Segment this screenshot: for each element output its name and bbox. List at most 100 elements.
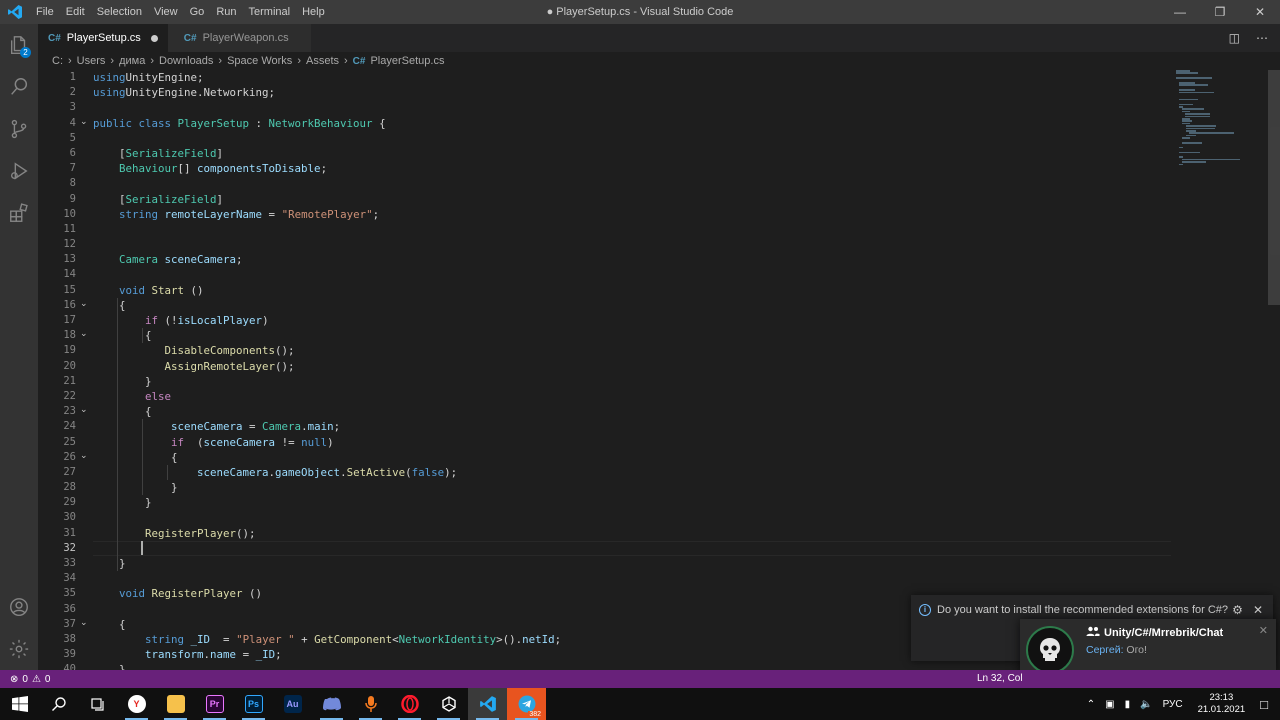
code-line[interactable] (93, 267, 1173, 282)
code-line[interactable]: } (93, 495, 1173, 510)
code-line[interactable]: { (93, 328, 1173, 343)
explorer-icon[interactable]: 2 (0, 24, 38, 66)
code-line[interactable] (93, 131, 1173, 146)
code-line[interactable]: sceneCamera.gameObject.SetActive(false); (93, 465, 1173, 480)
code-line[interactable]: [SerializeField] (93, 192, 1173, 207)
close-icon[interactable]: ✕ (1259, 624, 1268, 637)
unity-icon[interactable] (429, 688, 468, 720)
breadcrumb-item[interactable]: дима (119, 55, 145, 67)
code-line[interactable] (93, 176, 1173, 191)
code-line[interactable]: Behaviour[] componentsToDisable; (93, 161, 1173, 176)
tab-playerweapon[interactable]: C# PlayerWeapon.cs (167, 24, 311, 52)
close-icon[interactable]: ✕ (1253, 603, 1263, 617)
search-icon[interactable] (0, 66, 38, 108)
code-line[interactable]: sceneCamera = Camera.main; (93, 419, 1173, 434)
audio-app-icon[interactable] (351, 688, 390, 720)
breadcrumb-item[interactable]: Users (77, 55, 106, 67)
code-line[interactable]: RegisterPlayer(); (93, 526, 1173, 541)
code-line[interactable]: { (93, 450, 1173, 465)
network-icon[interactable]: ▣ (1105, 699, 1114, 710)
yandex-browser-icon[interactable]: Y (117, 688, 156, 720)
code-line[interactable]: Camera sceneCamera; (93, 252, 1173, 267)
vscode-icon[interactable] (468, 688, 507, 720)
code-line[interactable]: } (93, 374, 1173, 389)
fold-chevron-icon[interactable]: ⌄ (80, 404, 88, 415)
source-control-icon[interactable] (0, 108, 38, 150)
code-line[interactable]: usingUnityEngine; (93, 70, 1173, 85)
fold-chevron-icon[interactable]: ⌄ (80, 298, 88, 309)
menu-selection[interactable]: Selection (91, 0, 148, 24)
code-line[interactable] (93, 571, 1173, 586)
code-line[interactable] (93, 541, 1173, 556)
clock[interactable]: 23:13 21.01.2021 (1198, 692, 1246, 716)
minimap[interactable] (1176, 70, 1266, 180)
discord-icon[interactable] (312, 688, 351, 720)
code-line[interactable] (93, 100, 1173, 115)
chevron-up-icon[interactable]: ⌃ (1087, 699, 1095, 710)
code-line[interactable]: usingUnityEngine.Networking; (93, 85, 1173, 100)
minimize-icon[interactable]: — (1160, 0, 1200, 24)
language-indicator[interactable]: РУС (1163, 699, 1183, 710)
menu-view[interactable]: View (148, 0, 184, 24)
audition-icon[interactable]: Au (273, 688, 312, 720)
code-line[interactable]: } (93, 480, 1173, 495)
breadcrumb-item[interactable]: C: (52, 55, 63, 67)
code-line[interactable] (93, 237, 1173, 252)
code-line[interactable] (93, 510, 1173, 525)
fold-chevron-icon[interactable]: ⌄ (80, 617, 88, 628)
code-line[interactable]: public class PlayerSetup : NetworkBehavi… (93, 116, 1173, 131)
code-line[interactable]: if (!isLocalPlayer) (93, 313, 1173, 328)
windows-start-icon[interactable] (0, 688, 39, 720)
extensions-icon[interactable] (0, 192, 38, 234)
tab-playersetup[interactable]: C# PlayerSetup.cs (38, 24, 168, 52)
code-content[interactable]: usingUnityEngine; usingUnityEngine.Networ… (93, 70, 1173, 670)
breadcrumb-item[interactable]: Downloads (159, 55, 213, 67)
volume-icon[interactable]: 🔈 (1140, 699, 1152, 710)
menu-go[interactable]: Go (184, 0, 211, 24)
account-icon[interactable] (0, 586, 38, 628)
breadcrumb-item[interactable]: Assets (306, 55, 339, 67)
code-line[interactable]: { (93, 404, 1173, 419)
maximize-icon[interactable]: ❐ (1200, 0, 1240, 24)
code-line[interactable] (93, 222, 1173, 237)
code-line[interactable]: { (93, 298, 1173, 313)
code-editor[interactable]: 1 2 3 4 5 6 7 8 9 10 11 12 13 14 15 16 17 18 19 20 21 22 23 24 2… (38, 70, 1280, 670)
menu-file[interactable]: File (30, 0, 60, 24)
search-icon[interactable] (39, 688, 78, 720)
unsaved-dot-icon[interactable] (150, 34, 158, 42)
vertical-scrollbar[interactable] (1268, 70, 1280, 305)
microphone-icon[interactable]: ▮ (1125, 699, 1131, 710)
breadcrumb-item[interactable]: PlayerSetup.cs (370, 55, 444, 67)
breadcrumb-item[interactable]: Space Works (227, 55, 292, 67)
code-line[interactable]: } (93, 556, 1173, 571)
code-line[interactable]: DisableComponents(); (93, 343, 1173, 358)
menu-run[interactable]: Run (210, 0, 242, 24)
problems-indicator[interactable]: ⊗ 0 ⚠ 0 (0, 674, 50, 685)
close-window-icon[interactable]: ✕ (1240, 0, 1280, 24)
code-line[interactable]: if (sceneCamera != null) (93, 435, 1173, 450)
notifications-icon[interactable]: □ (1260, 697, 1268, 712)
fold-chevron-icon[interactable]: ⌄ (80, 116, 88, 127)
settings-gear-icon[interactable] (0, 628, 38, 670)
fold-chevron-icon[interactable]: ⌄ (80, 328, 88, 339)
code-line[interactable]: AssignRemoteLayer(); (93, 359, 1173, 374)
gear-icon[interactable]: ⚙ (1232, 603, 1243, 617)
menu-help[interactable]: Help (296, 0, 331, 24)
telegram-toast[interactable]: Unity/C#/Mrrebrik/Chat Сергей: Ого! ✕ (1020, 619, 1276, 677)
code-line[interactable]: } (93, 662, 1173, 670)
opera-icon[interactable] (390, 688, 429, 720)
telegram-icon[interactable]: 382 (507, 688, 546, 720)
menu-terminal[interactable]: Terminal (243, 0, 297, 24)
code-line[interactable]: string remoteLayerName = "RemotePlayer"; (93, 207, 1173, 222)
file-explorer-icon[interactable] (156, 688, 195, 720)
photoshop-icon[interactable]: Ps (234, 688, 273, 720)
split-editor-icon[interactable]: ◫ (1229, 31, 1240, 45)
code-line[interactable]: else (93, 389, 1173, 404)
premiere-pro-icon[interactable]: Pr (195, 688, 234, 720)
fold-chevron-icon[interactable]: ⌄ (80, 450, 88, 461)
code-line[interactable]: [SerializeField] (93, 146, 1173, 161)
menu-edit[interactable]: Edit (60, 0, 91, 24)
more-actions-icon[interactable]: ⋯ (1256, 31, 1268, 45)
run-debug-icon[interactable] (0, 150, 38, 192)
code-line[interactable]: void Start () (93, 283, 1173, 298)
